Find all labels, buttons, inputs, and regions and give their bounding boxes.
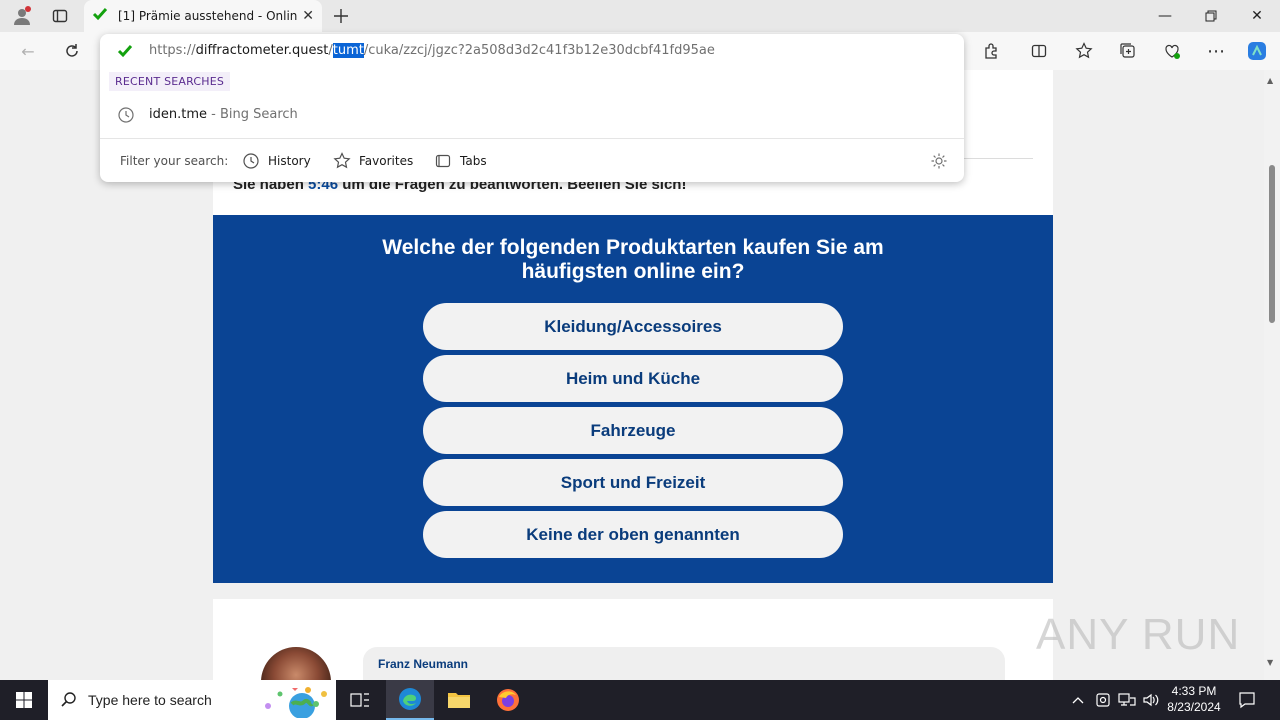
tab-actions-icon[interactable] xyxy=(48,4,72,28)
url-path: /cuka/zzcj/jgzc?2a508d3d2c41f3b12e30dcbf… xyxy=(363,43,715,58)
favorites-star-icon[interactable] xyxy=(1072,39,1096,63)
firefox-icon[interactable] xyxy=(484,680,532,720)
notifications-icon[interactable] xyxy=(1238,680,1256,720)
answer-button[interactable]: Fahrzeuge xyxy=(423,407,843,454)
filter-tabs-button[interactable]: Tabs xyxy=(434,152,487,170)
quiz-panel: Welche der folgenden Produktarten kaufen… xyxy=(213,215,1053,583)
show-hidden-icons-icon[interactable] xyxy=(1071,680,1085,720)
answer-button[interactable]: Keine der oben genannten xyxy=(423,511,843,558)
network-icon[interactable] xyxy=(1118,680,1136,720)
minimize-icon[interactable]: — xyxy=(1142,0,1188,32)
secure-check-icon xyxy=(117,43,133,63)
tab-title: [1] Prämie ausstehend - Online S xyxy=(118,9,298,23)
search-icon xyxy=(60,691,78,713)
clock-date: 8/23/2024 xyxy=(1167,700,1221,714)
profile-icon[interactable] xyxy=(10,4,34,28)
history-clock-icon xyxy=(117,106,135,128)
collections-icon[interactable] xyxy=(1116,39,1140,63)
browser-essentials-icon[interactable] xyxy=(1160,39,1184,63)
scroll-thumb[interactable] xyxy=(1269,165,1275,323)
windows-start-icon[interactable] xyxy=(0,680,48,720)
history-icon xyxy=(243,153,259,169)
answer-button[interactable]: Kleidung/Accessoires xyxy=(423,303,843,350)
answer-button[interactable]: Sport und Freizeit xyxy=(423,459,843,506)
dropdown-divider xyxy=(100,138,964,139)
taskbar: Type here to search 4:33 PM 8/23/2024 xyxy=(0,680,1280,720)
search-highlight-icon xyxy=(260,682,332,720)
filter-favorites-button[interactable]: Favorites xyxy=(333,152,413,170)
close-tab-icon[interactable]: ✕ xyxy=(302,8,314,24)
settings-gear-icon[interactable] xyxy=(930,152,956,170)
tabs-icon xyxy=(435,154,451,168)
recent-source: - Bing Search xyxy=(207,107,298,122)
title-bar: [1] Prämie ausstehend - Online S ✕ — ✕ xyxy=(0,0,1280,32)
scroll-up-icon[interactable]: ▲ xyxy=(1267,76,1273,85)
recent-search-text: iden.tme - Bing Search xyxy=(149,107,298,122)
extensions-icon[interactable] xyxy=(979,39,1003,63)
recent-search-item[interactable]: iden.tme - Bing Search xyxy=(100,100,964,130)
task-view-icon[interactable] xyxy=(336,680,384,720)
recent-query: iden.tme xyxy=(149,107,207,122)
more-menu-icon[interactable]: ⋯ xyxy=(1204,39,1228,63)
taskbar-search-input[interactable]: Type here to search xyxy=(48,680,336,720)
address-dropdown: https://diffractometer.quest/tumt/cuka/z… xyxy=(100,34,964,182)
comment-bubble: Franz Neumann xyxy=(363,647,1005,680)
filter-history-label: History xyxy=(268,154,311,168)
refresh-icon[interactable] xyxy=(60,39,84,63)
url-host: diffractometer.quest xyxy=(195,43,329,58)
clock-time: 4:33 PM xyxy=(1171,684,1217,698)
star-icon xyxy=(333,152,351,169)
filter-row: Filter your search: History Favorites Ta… xyxy=(100,142,964,182)
scroll-down-icon[interactable]: ▼ xyxy=(1267,658,1273,667)
volume-icon[interactable] xyxy=(1142,680,1160,720)
copilot-icon[interactable] xyxy=(1245,39,1269,63)
answer-button[interactable]: Heim und Küche xyxy=(423,355,843,402)
watermark: ANY RUN xyxy=(1036,610,1241,659)
tab-active[interactable]: [1] Prämie ausstehend - Online S ✕ xyxy=(84,0,322,32)
question-text: Welche der folgenden Produktarten kaufen… xyxy=(382,236,884,283)
url-scheme: https:// xyxy=(149,43,196,58)
url-selection: tumt xyxy=(332,43,364,58)
restore-icon[interactable] xyxy=(1188,0,1234,32)
scrollbar[interactable]: ▲ ▼ xyxy=(1264,70,1280,680)
filter-history-button[interactable]: History xyxy=(242,152,311,170)
comment-card: Franz Neumann xyxy=(213,599,1053,680)
file-explorer-icon[interactable] xyxy=(435,680,483,720)
new-tab-icon[interactable] xyxy=(329,4,353,28)
meet-now-icon[interactable] xyxy=(1095,680,1111,720)
check-icon xyxy=(92,6,108,26)
taskbar-clock[interactable]: 4:33 PM 8/23/2024 xyxy=(1160,683,1228,715)
edge-taskbar-icon[interactable] xyxy=(386,680,434,720)
avatar xyxy=(261,647,331,680)
filter-tabs-label: Tabs xyxy=(460,154,487,168)
close-window-icon[interactable]: ✕ xyxy=(1234,0,1280,32)
filter-favorites-label: Favorites xyxy=(359,154,414,168)
url-text[interactable]: https://diffractometer.quest/tumt/cuka/z… xyxy=(149,43,715,58)
split-screen-icon[interactable] xyxy=(1027,39,1051,63)
recent-searches-label: RECENT SEARCHES xyxy=(109,72,231,91)
search-placeholder: Type here to search xyxy=(88,692,212,708)
filter-label: Filter your search: xyxy=(120,154,229,168)
commenter-name: Franz Neumann xyxy=(378,657,469,671)
address-bar[interactable]: https://diffractometer.quest/tumt/cuka/z… xyxy=(100,34,964,68)
back-icon[interactable]: ← xyxy=(16,39,40,63)
